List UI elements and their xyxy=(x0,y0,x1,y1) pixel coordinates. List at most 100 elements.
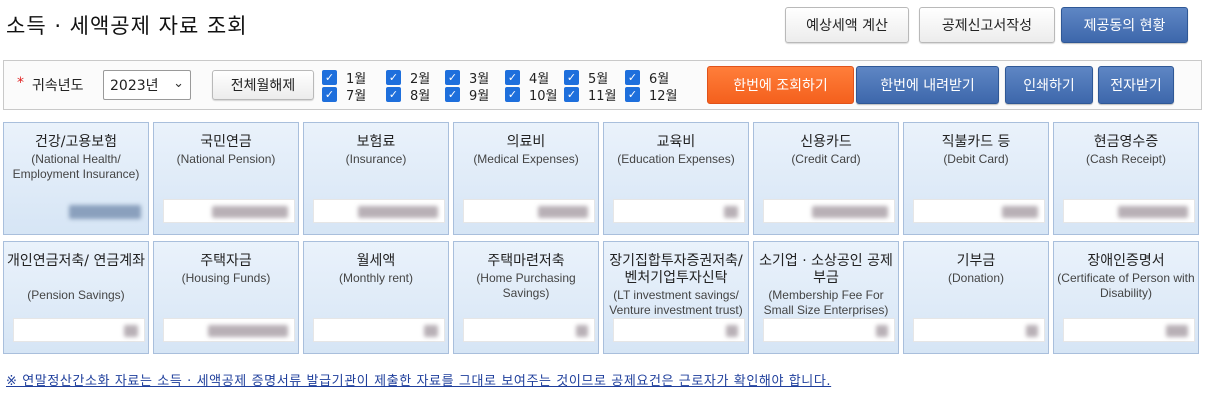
deduction-card[interactable]: 월세액 (Monthly rent) xyxy=(303,241,449,354)
month-checkbox-item[interactable]: ✓ 11월 xyxy=(564,86,617,104)
month-checkbox-item[interactable]: ✓ 1월 xyxy=(322,69,366,87)
month-checkbox-item[interactable]: ✓ 5월 xyxy=(564,69,608,87)
redacted-amount xyxy=(424,325,438,337)
month-label: 9월 xyxy=(469,89,490,104)
card-amount-masked xyxy=(463,318,595,342)
deduction-card[interactable]: 직불카드 등 (Debit Card) xyxy=(903,122,1049,235)
deduction-card[interactable]: 개인연금저축/ 연금계좌 (Pension Savings) xyxy=(3,241,149,354)
checkbox-checked-icon[interactable]: ✓ xyxy=(322,70,337,85)
deduction-card[interactable]: 기부금 (Donation) xyxy=(903,241,1049,354)
e-receive-button[interactable]: 전자받기 xyxy=(1098,66,1174,104)
month-label: 12월 xyxy=(649,89,678,104)
card-subtitle: (Medical Expenses) xyxy=(473,152,579,166)
card-subtitle: (National Health/ Employment Insurance) xyxy=(12,152,140,181)
redacted-amount xyxy=(1118,206,1188,218)
deduction-card[interactable]: 주택자금 (Housing Funds) xyxy=(153,241,299,354)
deduction-card[interactable]: 주택마련저축 (Home Purchasing Savings) xyxy=(453,241,599,354)
deselect-all-months-button[interactable]: 전체월해제 xyxy=(212,70,314,100)
card-title: 주택마련저축 xyxy=(487,253,565,269)
card-amount-masked xyxy=(613,199,745,223)
redacted-amount xyxy=(208,325,288,337)
page-title: 소득 · 세액공제 자료 조회 xyxy=(6,14,248,38)
checkbox-checked-icon[interactable]: ✓ xyxy=(445,87,460,102)
checkbox-checked-icon[interactable]: ✓ xyxy=(564,70,579,85)
download-all-button[interactable]: 한번에 내려받기 xyxy=(856,66,999,104)
month-label: 8월 xyxy=(410,89,431,104)
card-amount-masked xyxy=(1063,318,1195,342)
redacted-amount xyxy=(538,206,588,218)
redacted-amount xyxy=(69,205,141,219)
month-checkbox-item[interactable]: ✓ 3월 xyxy=(445,69,489,87)
print-button[interactable]: 인쇄하기 xyxy=(1005,66,1093,104)
redacted-amount xyxy=(124,325,138,337)
card-amount-masked xyxy=(913,199,1045,223)
consent-status-button[interactable]: 제공동의 현황 xyxy=(1061,7,1188,43)
card-title: 주택자금 xyxy=(200,253,252,269)
notice-link[interactable]: ※ 연말정산간소화 자료는 소득 · 세액공제 증명서류 발급기관이 제출한 자… xyxy=(6,370,831,389)
deduction-card[interactable]: 건강/고용보험 (National Health/ Employment Insu… xyxy=(3,122,149,235)
deduction-card[interactable]: 국민연금 (National Pension) xyxy=(153,122,299,235)
card-subtitle: (Education Expenses) xyxy=(617,152,735,166)
card-subtitle: (LT investment savings/ Venture investme… xyxy=(609,288,743,317)
deduction-card[interactable]: 장기집합투자증권저축/ 벤처기업투자신탁 (LT investment savin… xyxy=(603,241,749,354)
redacted-amount xyxy=(358,206,438,218)
redacted-amount xyxy=(724,206,738,218)
month-checkbox-item[interactable]: ✓ 4월 xyxy=(505,69,549,87)
month-checkbox-item[interactable]: ✓ 10월 xyxy=(505,86,558,104)
filter-bar: * 귀속년도 2023년 ⌄ 전체월해제 ✓ 1월 ✓ 2월 ✓ 3월 ✓ 4월 ✓ 5월 ✓ 6월 ✓… xyxy=(3,60,1202,110)
card-title: 신용카드 xyxy=(800,134,852,150)
card-amount-masked xyxy=(763,318,895,342)
write-report-button[interactable]: 공제신고서작성 xyxy=(919,7,1055,43)
card-amount-masked xyxy=(463,199,595,223)
card-amount-masked xyxy=(163,199,295,223)
month-label: 11월 xyxy=(588,89,617,104)
deduction-card[interactable]: 장애인증명서 (Certificate of Person with Disabi… xyxy=(1053,241,1199,354)
checkbox-checked-icon[interactable]: ✓ xyxy=(505,70,520,85)
checkbox-checked-icon[interactable]: ✓ xyxy=(386,87,401,102)
card-amount-masked xyxy=(313,318,445,342)
estimate-tax-button[interactable]: 예상세액 계산 xyxy=(785,7,909,43)
year-select[interactable]: 2023년 ⌄ xyxy=(103,70,191,100)
month-label: 7월 xyxy=(346,89,367,104)
card-subtitle: (National Pension) xyxy=(176,152,276,166)
checkbox-checked-icon[interactable]: ✓ xyxy=(322,87,337,102)
card-subtitle: (Cash Receipt) xyxy=(1085,152,1167,166)
card-subtitle: (Monthly rent) xyxy=(338,271,414,285)
deduction-card[interactable]: 소기업 · 소상공인 공제부금 (Membership Fee For Small… xyxy=(753,241,899,354)
card-subtitle: (Credit Card) xyxy=(791,152,861,166)
card-title: 직불카드 등 xyxy=(941,134,1011,150)
checkbox-checked-icon[interactable]: ✓ xyxy=(386,70,401,85)
card-title: 보험료 xyxy=(356,134,396,150)
deduction-card[interactable]: 현금영수증 (Cash Receipt) xyxy=(1053,122,1199,235)
month-checkbox-item[interactable]: ✓ 2월 xyxy=(386,69,430,87)
card-amount-masked xyxy=(13,199,145,223)
card-subtitle: (Certificate of Person with Disability) xyxy=(1057,271,1195,300)
redacted-amount xyxy=(1002,206,1038,218)
query-all-button[interactable]: 한번에 조회하기 xyxy=(707,66,854,104)
checkbox-checked-icon[interactable]: ✓ xyxy=(564,87,579,102)
checkbox-checked-icon[interactable]: ✓ xyxy=(625,87,640,102)
deduction-card[interactable]: 신용카드 (Credit Card) xyxy=(753,122,899,235)
month-checkbox-item[interactable]: ✓ 6월 xyxy=(625,69,669,87)
month-checkbox-item[interactable]: ✓ 8월 xyxy=(386,86,431,104)
month-checkbox-item[interactable]: ✓ 9월 xyxy=(445,86,490,104)
card-subtitle: (Debit Card) xyxy=(943,152,1009,166)
redacted-amount xyxy=(1166,325,1188,337)
card-amount-masked xyxy=(913,318,1045,342)
card-amount-masked xyxy=(13,318,145,342)
chevron-down-icon: ⌄ xyxy=(173,76,184,91)
deduction-card[interactable]: 교육비 (Education Expenses) xyxy=(603,122,749,235)
month-checkbox-item[interactable]: ✓ 7월 xyxy=(322,86,367,104)
checkbox-checked-icon[interactable]: ✓ xyxy=(445,70,460,85)
month-checkbox-item[interactable]: ✓ 12월 xyxy=(625,86,678,104)
redacted-amount xyxy=(1026,325,1038,337)
month-label: 10월 xyxy=(529,89,558,104)
deduction-card[interactable]: 보험료 (Insurance) xyxy=(303,122,449,235)
card-amount-masked xyxy=(1063,199,1195,223)
checkbox-checked-icon[interactable]: ✓ xyxy=(625,70,640,85)
deduction-card[interactable]: 의료비 (Medical Expenses) xyxy=(453,122,599,235)
card-amount-masked xyxy=(313,199,445,223)
card-title: 장기집합투자증권저축/ 벤처기업투자신탁 xyxy=(609,253,743,286)
card-title: 건강/고용보험 xyxy=(35,134,117,150)
checkbox-checked-icon[interactable]: ✓ xyxy=(505,87,520,102)
